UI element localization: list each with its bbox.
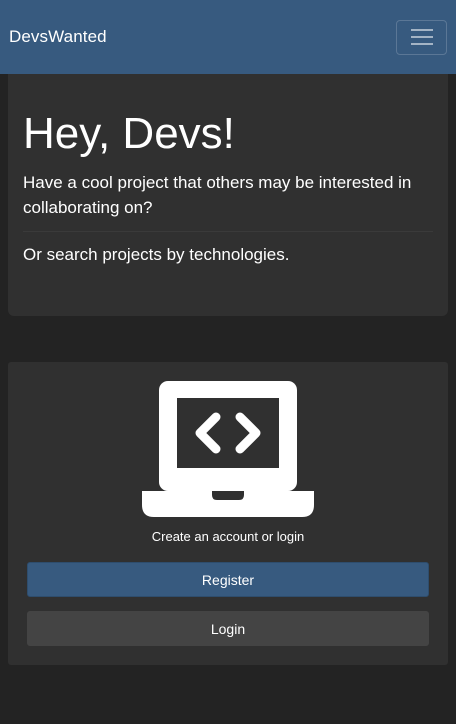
hero-title: Hey, Devs! — [23, 109, 235, 158]
hero-divider — [23, 231, 433, 232]
auth-card: Create an account or login Register Logi… — [8, 362, 448, 665]
hero-sub-text: Or search projects by technologies. — [23, 245, 290, 264]
navbar-toggle-button[interactable] — [396, 19, 447, 55]
laptop-code-icon — [142, 381, 314, 517]
register-button[interactable]: Register — [27, 562, 429, 597]
hero-jumbotron: Hey, Devs! Have a cool project that othe… — [8, 74, 448, 316]
navbar: DevsWanted — [0, 0, 456, 74]
auth-caption: Create an account or login — [151, 529, 305, 544]
hamburger-menu-icon — [410, 29, 433, 45]
brand-link[interactable]: DevsWanted — [9, 27, 107, 47]
hero-lead-text: Have a cool project that others may be i… — [23, 173, 412, 217]
login-button[interactable]: Login — [27, 611, 429, 646]
